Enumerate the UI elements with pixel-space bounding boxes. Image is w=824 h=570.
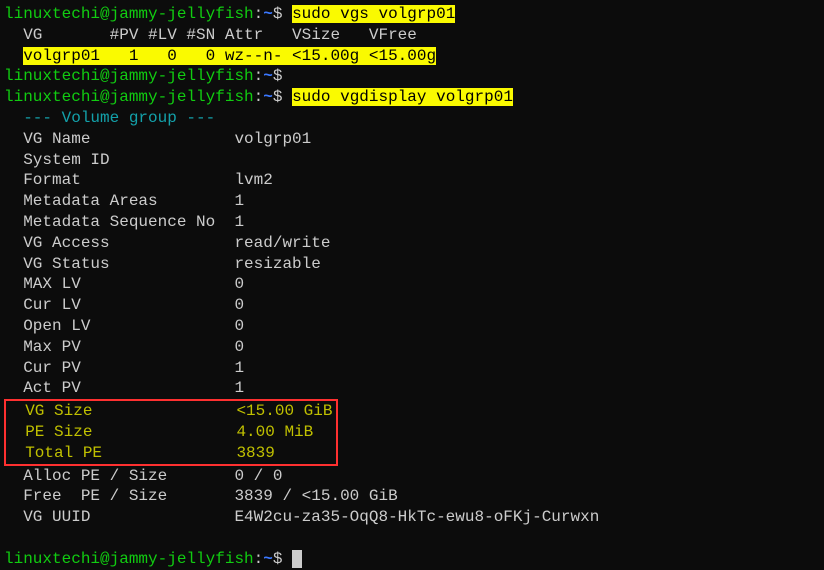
vgdisplay-row: Cur LV 0 — [4, 295, 820, 316]
row-label: VG Status — [4, 255, 225, 273]
prompt-sep: : — [254, 88, 264, 106]
vgdisplay-highlighted-row: Total PE 3839 — [6, 443, 332, 464]
command-1: sudo vgs volgrp01 — [292, 5, 455, 23]
vgdisplay-row: VG Status resizable — [4, 254, 820, 275]
vgs-row: volgrp01 1 0 0 wz--n- <15.00g <15.00g — [4, 46, 820, 67]
vgdisplay-row: System ID — [4, 150, 820, 171]
row-label: Alloc PE / Size — [4, 467, 225, 485]
row-label: Cur LV — [4, 296, 225, 314]
row-value: volgrp01 — [225, 130, 311, 148]
row-label: System ID — [4, 151, 110, 169]
prompt-line-empty: linuxtechi@jammy-jellyfish:~$ — [4, 66, 820, 87]
vgdisplay-row: VG Access read/write — [4, 233, 820, 254]
row-value: 0 — [225, 296, 244, 314]
prompt-sep: : — [254, 67, 264, 85]
row-label: VG Name — [4, 130, 225, 148]
row-value: 1 — [225, 192, 244, 210]
row-label: Format — [4, 171, 225, 189]
vgdisplay-row: Open LV 0 — [4, 316, 820, 337]
cursor-icon — [292, 550, 302, 568]
row-label: VG Size — [6, 402, 227, 420]
vgdisplay-row: Act PV 1 — [4, 378, 820, 399]
row-label: Metadata Areas — [4, 192, 225, 210]
vgdisplay-highlighted-row: PE Size 4.00 MiB — [6, 422, 332, 443]
row-label: Act PV — [4, 379, 225, 397]
prompt-dollar: $ — [273, 88, 292, 106]
prompt-user: linuxtechi@jammy-jellyfish — [4, 5, 254, 23]
row-value: 3839 / <15.00 GiB — [225, 487, 398, 505]
row-value: 4.00 MiB — [227, 423, 313, 441]
row-value: 1 — [225, 213, 244, 231]
row-label: Open LV — [4, 317, 225, 335]
row-value: 3839 — [227, 444, 275, 462]
row-label: Cur PV — [4, 359, 225, 377]
prompt-dollar: $ — [273, 5, 292, 23]
vgdisplay-row: Alloc PE / Size 0 / 0 — [4, 466, 820, 487]
prompt-user: linuxtechi@jammy-jellyfish — [4, 550, 254, 568]
prompt-sep: : — [254, 5, 264, 23]
row-label: MAX LV — [4, 275, 225, 293]
vgdisplay-row: VG Name volgrp01 — [4, 129, 820, 150]
vgdisplay-title: --- Volume group --- — [4, 108, 820, 129]
vgdisplay-row: Cur PV 1 — [4, 358, 820, 379]
row-value: lvm2 — [225, 171, 273, 189]
prompt-path: ~ — [263, 67, 273, 85]
row-value: 1 — [225, 379, 244, 397]
row-value: <15.00 GiB — [227, 402, 333, 420]
vgdisplay-row: Free PE / Size 3839 / <15.00 GiB — [4, 486, 820, 507]
vgdisplay-row: Max PV 0 — [4, 337, 820, 358]
prompt-dollar: $ — [273, 550, 292, 568]
prompt-dollar: $ — [273, 67, 292, 85]
vgdisplay-row: Format lvm2 — [4, 170, 820, 191]
prompt-sep: : — [254, 550, 264, 568]
row-value: 0 — [225, 317, 244, 335]
prompt-line-1: linuxtechi@jammy-jellyfish:~$ sudo vgs v… — [4, 4, 820, 25]
command-2: sudo vgdisplay volgrp01 — [292, 88, 513, 106]
row-value: read/write — [225, 234, 331, 252]
prompt-user: linuxtechi@jammy-jellyfish — [4, 67, 254, 85]
row-label: PE Size — [6, 423, 227, 441]
row-label: Metadata Sequence No — [4, 213, 225, 231]
highlighted-box: VG Size <15.00 GiB PE Size 4.00 MiB Tota… — [4, 399, 338, 465]
row-label: Total PE — [6, 444, 227, 462]
prompt-user: linuxtechi@jammy-jellyfish — [4, 88, 254, 106]
row-value: 0 / 0 — [225, 467, 283, 485]
row-value: 0 — [225, 275, 244, 293]
row-value: resizable — [225, 255, 321, 273]
vgs-header: VG #PV #LV #SN Attr VSize VFree — [4, 25, 820, 46]
row-label: Free PE / Size — [4, 487, 225, 505]
vgdisplay-row: Metadata Areas 1 — [4, 191, 820, 212]
terminal[interactable]: linuxtechi@jammy-jellyfish:~$ sudo vgs v… — [4, 4, 820, 570]
prompt-path: ~ — [263, 550, 273, 568]
row-label: VG UUID — [4, 508, 225, 526]
vgdisplay-row: VG UUID E4W2cu-za35-OqQ8-HkTc-ewu8-oFKj-… — [4, 507, 820, 528]
row-label: Max PV — [4, 338, 225, 356]
prompt-path: ~ — [263, 5, 273, 23]
prompt-path: ~ — [263, 88, 273, 106]
vgdisplay-row: Metadata Sequence No 1 — [4, 212, 820, 233]
vgdisplay-highlighted-row: VG Size <15.00 GiB — [6, 401, 332, 422]
prompt-line-2: linuxtechi@jammy-jellyfish:~$ sudo vgdis… — [4, 87, 820, 108]
vgdisplay-row: MAX LV 0 — [4, 274, 820, 295]
row-label: VG Access — [4, 234, 225, 252]
row-value: 0 — [225, 338, 244, 356]
prompt-line-final: linuxtechi@jammy-jellyfish:~$ — [4, 549, 820, 570]
row-value: 1 — [225, 359, 244, 377]
row-value: E4W2cu-za35-OqQ8-HkTc-ewu8-oFKj-Curwxn — [225, 508, 599, 526]
